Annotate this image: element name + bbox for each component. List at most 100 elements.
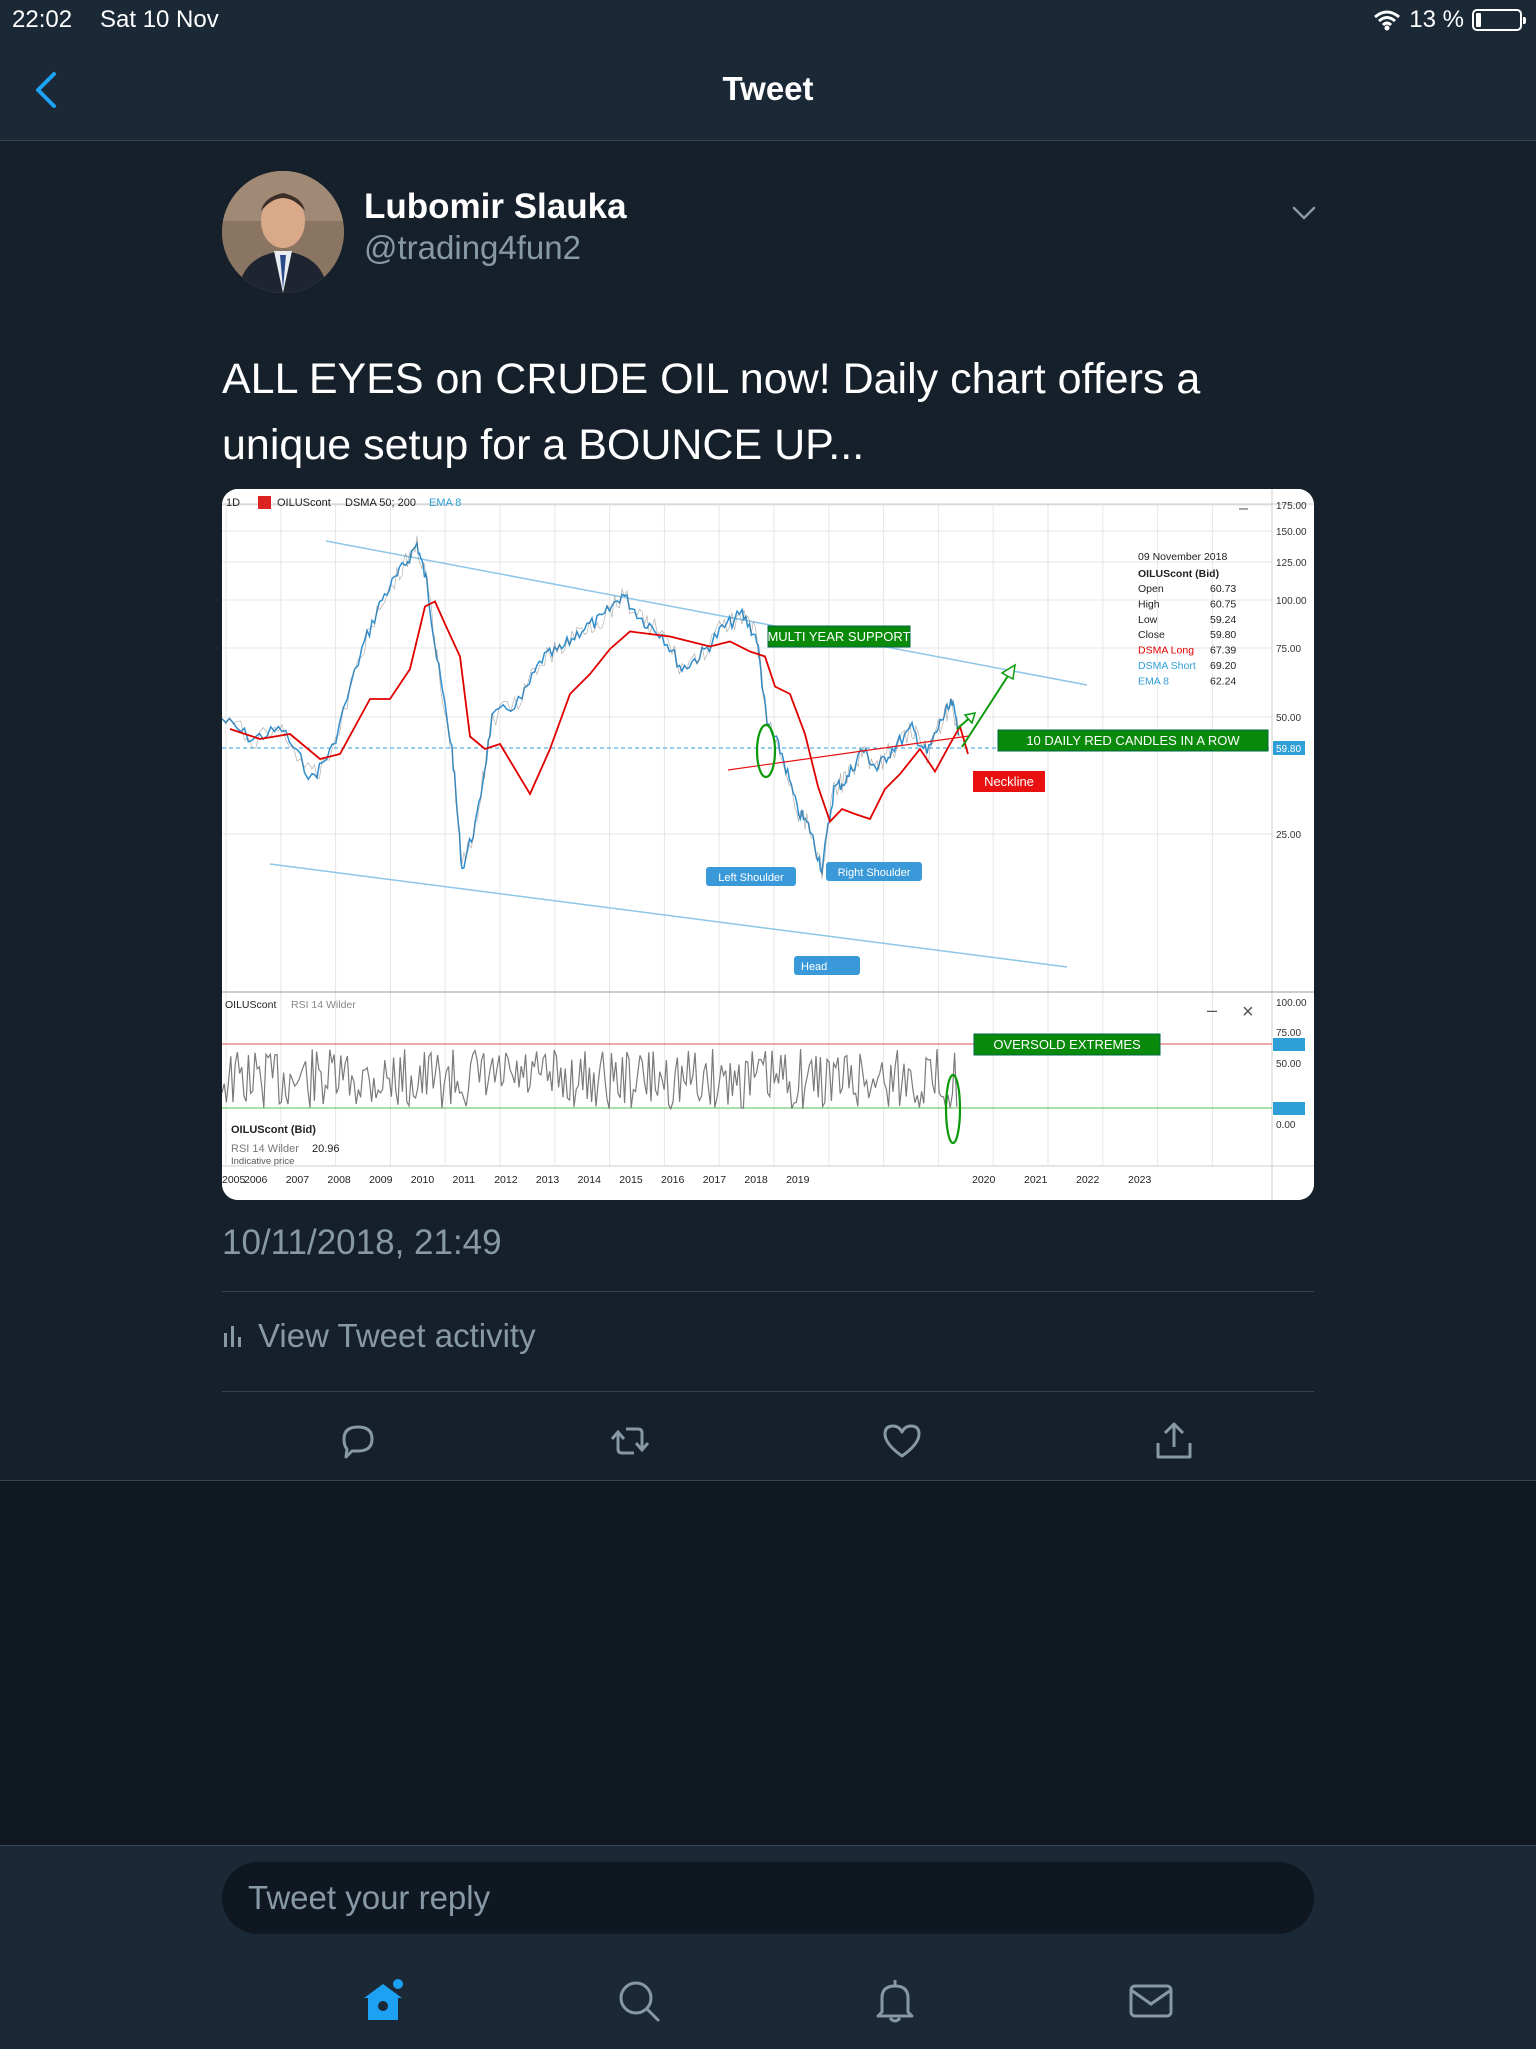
chart-interval: 1D <box>226 497 240 509</box>
retweet-icon <box>610 1427 650 1455</box>
minimize-icon: – <box>1239 500 1248 517</box>
tweet-actions <box>222 1409 1314 1473</box>
price-axis-label: 125.00 <box>1276 558 1307 569</box>
battery-icon <box>1472 9 1526 31</box>
rsi-axis-label: 0.00 <box>1276 1120 1296 1131</box>
tweet-timestamp: 10/11/2018, 21:49 <box>222 1223 502 1262</box>
home-icon <box>364 1979 403 2020</box>
price-axis-label: 25.00 <box>1276 830 1301 841</box>
share-button[interactable] <box>1152 1419 1196 1463</box>
info-row-label: DSMA Short <box>1138 660 1196 672</box>
tab-messages[interactable] <box>1126 1976 1176 2026</box>
info-row-label: Open <box>1138 583 1164 595</box>
chart-indicator: DSMA 50; 200 <box>345 497 416 509</box>
year-label: 2018 <box>744 1174 768 1186</box>
info-row-value: 59.80 <box>1210 629 1236 641</box>
info-row-label: High <box>1138 598 1160 610</box>
rsi-axis-label: 100.00 <box>1276 998 1307 1009</box>
author-name[interactable]: Lubomir Slauka <box>364 187 627 227</box>
label-neckline: Neckline <box>984 774 1034 789</box>
rsi-close-icon: × <box>1242 1001 1254 1023</box>
year-label: 2013 <box>536 1174 560 1186</box>
cfd-logo <box>258 496 271 509</box>
tab-home[interactable] <box>358 1976 408 2026</box>
rsi-axis-label: 50.00 <box>1276 1059 1301 1070</box>
year-label: 2022 <box>1076 1174 1100 1186</box>
rsi-axis-label: 75.00 <box>1276 1028 1301 1039</box>
year-label: 2015 <box>619 1174 643 1186</box>
label-red-candles: 10 DAILY RED CANDLES IN A ROW <box>1026 733 1240 748</box>
divider <box>222 1391 1314 1392</box>
status-indicators: 13 % <box>1373 6 1526 34</box>
profile-photo <box>222 171 344 293</box>
rsi-legend-indicator: RSI 14 Wilder <box>231 1143 299 1155</box>
activity-label: View Tweet activity <box>258 1317 536 1354</box>
year-label: 2020 <box>972 1174 996 1186</box>
year-label: 2010 <box>411 1174 435 1186</box>
author-handle[interactable]: @trading4fun2 <box>364 229 581 267</box>
more-options-button[interactable] <box>1290 199 1318 227</box>
page-title: Tweet <box>722 70 814 107</box>
price-axis-label: 75.00 <box>1276 644 1301 655</box>
info-row-value: 62.24 <box>1210 675 1236 687</box>
share-icon <box>1156 1422 1192 1459</box>
price-marker: 59.80 <box>1276 744 1301 755</box>
info-row-label: EMA 8 <box>1138 675 1169 687</box>
like-button[interactable] <box>880 1419 924 1463</box>
retweet-button[interactable] <box>608 1419 652 1463</box>
chart-symbol: OILUScont <box>277 497 331 509</box>
info-row-value: 67.39 <box>1210 645 1236 657</box>
empty-area <box>0 1481 1536 1845</box>
messages-icon <box>1129 1984 1173 2018</box>
info-row-label: DSMA Long <box>1138 645 1194 657</box>
year-label: 2012 <box>494 1174 518 1186</box>
reply-button[interactable] <box>336 1419 380 1463</box>
bottom-bar <box>0 1845 1536 2049</box>
year-label: 2009 <box>369 1174 393 1186</box>
reply-input[interactable] <box>222 1862 1314 1934</box>
price-axis-label: 100.00 <box>1276 596 1307 607</box>
label-left-shoulder: Left Shoulder <box>718 872 784 884</box>
price-axis-label: 175.00 <box>1276 501 1307 512</box>
rsi-legend-symbol: OILUScont (Bid) <box>231 1124 316 1136</box>
tab-search[interactable] <box>614 1976 664 2026</box>
label-oversold: OVERSOLD EXTREMES <box>993 1037 1141 1052</box>
oil-chart-image: 1D OILUScont DSMA 50; 200 EMA 8 – 175.00… <box>222 489 1314 1200</box>
year-label: 2011 <box>453 1174 476 1186</box>
status-bar: 22:02 Sat 10 Nov 13 % <box>0 0 1536 40</box>
like-icon <box>883 1424 921 1458</box>
info-date: 09 November 2018 <box>1138 551 1227 563</box>
rsi-legend-note: Indicative price <box>231 1156 294 1167</box>
view-tweet-activity-link[interactable]: View Tweet activity <box>222 1317 536 1355</box>
year-label: 2021 <box>1024 1174 1048 1186</box>
price-axis-label: 150.00 <box>1276 527 1307 538</box>
rsi-indicator: RSI 14 Wilder <box>291 999 356 1011</box>
info-row-label: Low <box>1138 614 1158 626</box>
info-row-value: 59.24 <box>1210 614 1236 626</box>
chart-ema: EMA 8 <box>429 497 461 509</box>
battery-level <box>1476 13 1481 27</box>
year-label: 2023 <box>1128 1174 1152 1186</box>
rsi-minimize-icon: – <box>1207 1000 1217 1020</box>
year-label: 2014 <box>578 1174 602 1186</box>
info-row-value: 60.75 <box>1210 598 1236 610</box>
tweet-text: ALL EYES on CRUDE OIL now! Daily chart o… <box>222 355 1201 469</box>
tweet-media-image[interactable]: 1D OILUScont DSMA 50; 200 EMA 8 – 175.00… <box>222 489 1314 1200</box>
status-time: 22:02 <box>12 6 73 33</box>
year-label: 2008 <box>327 1174 351 1186</box>
year-label: 2017 <box>703 1174 727 1186</box>
info-symbol: OILUScont (Bid) <box>1138 568 1219 580</box>
year-label: 2006 <box>244 1174 268 1186</box>
avatar[interactable] <box>222 171 344 293</box>
analytics-icon <box>224 1326 241 1347</box>
tab-notifications[interactable] <box>870 1976 920 2026</box>
info-row-value: 69.20 <box>1210 660 1236 672</box>
label-right-shoulder: Right Shoulder <box>838 867 911 879</box>
rsi-axis-label: 30.00 <box>1276 1087 1301 1098</box>
price-axis-label: 50.00 <box>1276 713 1301 724</box>
wifi-icon <box>1374 10 1401 31</box>
divider <box>222 1291 1314 1292</box>
info-row-value: 60.73 <box>1210 583 1236 595</box>
tweet-detail: Lubomir Slauka @trading4fun2 ALL EYES on… <box>0 141 1536 1481</box>
notifications-icon <box>876 1980 914 2023</box>
